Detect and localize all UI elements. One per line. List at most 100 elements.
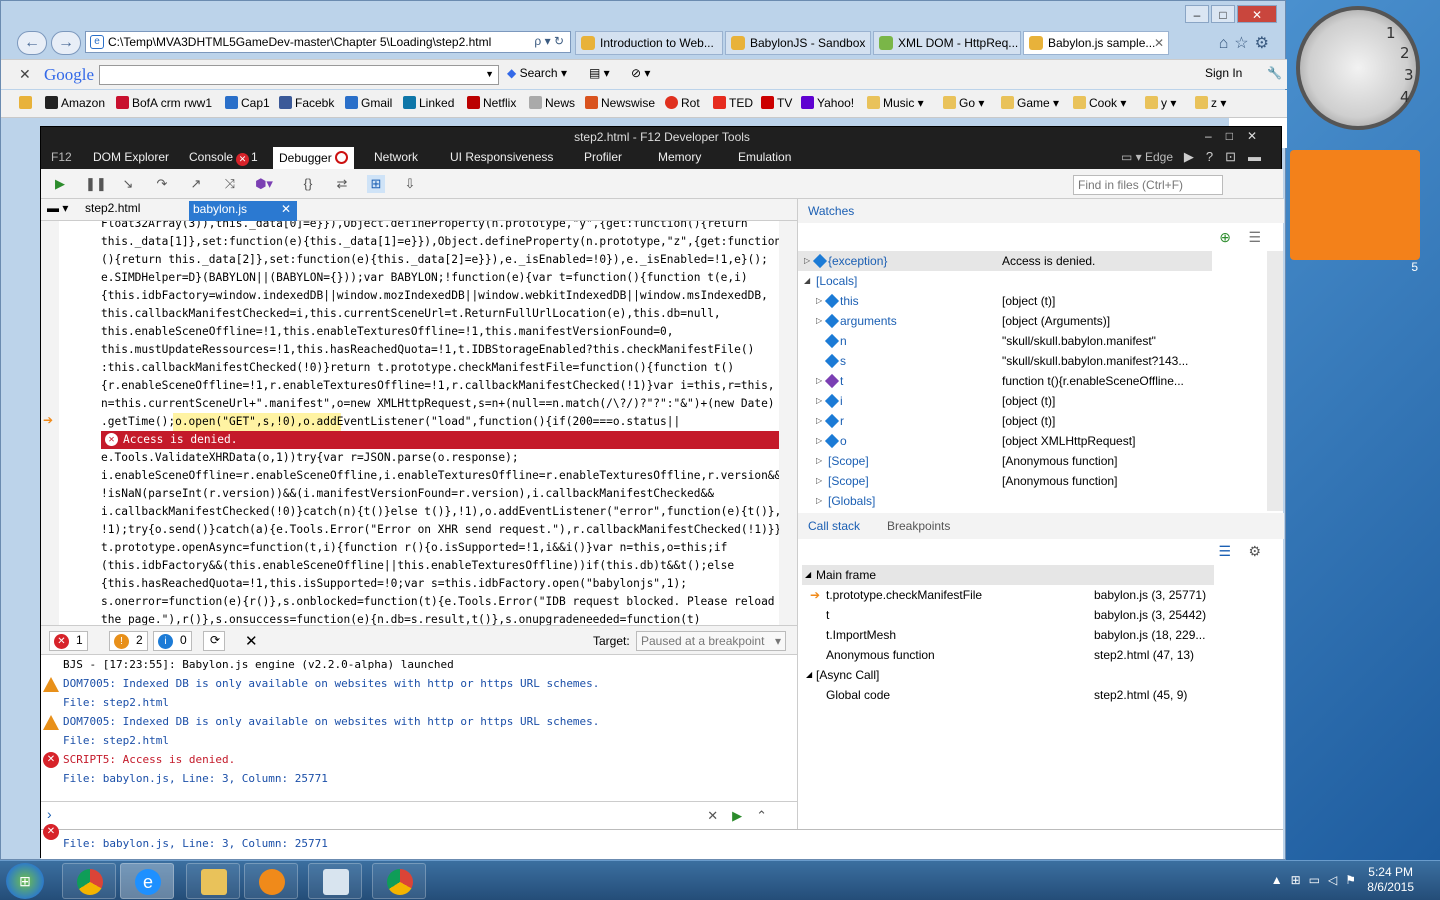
callstack-frame[interactable]: Anonymous function step2.html (47, 13) — [798, 645, 1212, 665]
add-watch-icon[interactable]: ⊕ — [1219, 229, 1231, 246]
devtools-right-icons[interactable]: ▶?⊡▬ — [1184, 149, 1273, 165]
source-maps-icon[interactable]: ⇩ — [401, 175, 419, 193]
watch-row-scope[interactable]: ▷ [Scope] [Anonymous function] — [798, 471, 1212, 491]
address-bar[interactable]: e C:\Temp\MVA3DHTML5GameDev-master\Chapt… — [85, 31, 571, 53]
tab-f12[interactable]: F12 — [51, 150, 72, 164]
taskbar-chrome[interactable] — [62, 863, 116, 899]
console-input[interactable]: › ✕▶⌃ — [41, 801, 797, 829]
fav-folder-game[interactable]: Game ▾ — [1001, 96, 1059, 110]
fav-gmail[interactable]: Gmail — [345, 96, 392, 110]
console-input-controls[interactable]: ✕▶⌃ — [707, 808, 781, 824]
clear-on-navigate-button[interactable]: ⟳ — [203, 631, 226, 651]
toolbar-extra-icon[interactable]: ⊘ ▾ — [631, 66, 650, 80]
watch-row-scope[interactable]: ▷ [Scope] [Anonymous function] — [798, 451, 1212, 471]
break-on-new-worker-icon[interactable]: ⤨ — [221, 175, 239, 193]
tab-babylon-sandbox[interactable]: BabylonJS - Sandbox — [725, 31, 871, 55]
taskbar-media-player[interactable] — [244, 863, 298, 899]
tab-profiler[interactable]: Profiler — [584, 150, 622, 164]
async-call-header[interactable]: ◢ [Async Call] — [798, 665, 1212, 685]
fav-folder-y[interactable]: y ▾ — [1145, 96, 1176, 110]
start-button[interactable]: ⊞ — [6, 863, 44, 899]
target-select[interactable]: Paused at a breakpoint ▾ — [636, 631, 786, 651]
forward-button[interactable]: → — [51, 31, 81, 55]
exception-behavior-icon[interactable]: ⬢▾ — [255, 175, 273, 193]
address-controls[interactable]: ρ ▾ ↻ — [534, 34, 564, 48]
console-file-link[interactable]: File: step2.html — [63, 731, 169, 750]
fav-news[interactable]: News — [529, 96, 575, 110]
delete-all-watches-icon[interactable]: ☰ — [1248, 229, 1261, 246]
break-icon[interactable]: ❚❚ — [85, 175, 107, 193]
errors-filter-button[interactable]: ✕ 1 — [49, 631, 88, 651]
tab-xml-dom[interactable]: XML DOM - HttpReq... — [873, 31, 1021, 55]
step-over-icon[interactable]: ↷ — [153, 175, 171, 193]
fav-folder-cook[interactable]: Cook ▾ — [1073, 96, 1126, 110]
code-editor[interactable]: Float32Array(3)),this._data[0]=e}}),Obje… — [41, 221, 797, 625]
warnings-filter-button[interactable]: ! 2 — [109, 631, 148, 651]
taskbar-clock[interactable]: 5:24 PM 8/6/2015 — [1367, 865, 1414, 895]
maximize-button[interactable]: □ — [1211, 5, 1235, 23]
browser-toolbar-icons[interactable]: ⌂☆⚙ — [1219, 33, 1275, 53]
watches-scrollbar[interactable] — [1267, 251, 1283, 511]
console-file-link[interactable]: File: babylon.js, Line: 3, Column: 25771 — [63, 769, 328, 788]
tab-console[interactable]: Console ✕ 1 — [189, 150, 258, 166]
watch-row-locals[interactable]: ◢ [Locals] — [798, 271, 1212, 291]
tab-babylon-sample[interactable]: Babylon.js sample... ✕ — [1023, 31, 1169, 55]
watch-row[interactable]: ▷ t function t(){r.enableSceneOffline... — [798, 371, 1212, 391]
watch-row[interactable]: ▷ o [object XMLHttpRequest] — [798, 431, 1212, 451]
step-out-icon[interactable]: ↗ — [187, 175, 205, 193]
close-toolbar-icon[interactable]: ✕ — [19, 66, 31, 83]
file-tab-step2[interactable]: step2.html — [85, 201, 140, 215]
fav-netflix[interactable]: Netflix — [467, 96, 516, 110]
watch-row[interactable]: ▷ arguments [object (Arguments)] — [798, 311, 1212, 331]
console-file-link[interactable]: File: step2.html — [63, 693, 169, 712]
find-in-files-input[interactable]: Find in files (Ctrl+F) — [1073, 175, 1223, 195]
info-filter-button[interactable]: i0 — [153, 631, 192, 651]
sign-in-link[interactable]: Sign In — [1205, 66, 1242, 80]
fav-folder-go[interactable]: Go ▾ — [943, 96, 984, 110]
google-search-input[interactable]: ▼ — [99, 65, 499, 85]
continue-icon[interactable]: ▶ — [51, 175, 69, 193]
tab-memory[interactable]: Memory — [658, 150, 701, 164]
tab-emulation[interactable]: Emulation — [738, 150, 791, 164]
fav-newswise[interactable]: Newswise — [585, 96, 655, 110]
callstack-frame[interactable]: t babylon.js (3, 25442) — [798, 605, 1212, 625]
fav-amazon[interactable]: Amazon — [45, 96, 105, 110]
watch-row[interactable]: ▷ this [object (t)] — [798, 291, 1212, 311]
callstack-frame[interactable]: Global code step2.html (45, 9) — [798, 685, 1212, 705]
callstack-frame[interactable]: t.ImportMesh babylon.js (18, 229... — [798, 625, 1212, 645]
favorites-star-icon[interactable] — [19, 96, 35, 110]
taskbar-internet-explorer[interactable]: e — [120, 863, 174, 899]
tab-introduction[interactable]: Introduction to Web... — [575, 31, 723, 55]
watch-row-exception[interactable]: ▷ {exception} Access is denied. — [798, 251, 1212, 271]
fav-tv[interactable]: TV — [761, 96, 792, 110]
tab-dom-explorer[interactable]: DOM Explorer — [93, 150, 169, 164]
fav-rot[interactable]: Rot — [665, 96, 700, 110]
close-button[interactable]: ✕ — [1237, 5, 1277, 23]
fav-cap1[interactable]: Cap1 — [225, 96, 270, 110]
watch-row-globals[interactable]: ▷ [Globals] — [798, 491, 1212, 511]
tab-ui-responsiveness[interactable]: UI Responsiveness — [450, 150, 553, 164]
minimize-button[interactable]: – — [1185, 5, 1209, 23]
watch-row[interactable]: n "skull/skull.babylon.manifest" — [798, 331, 1212, 351]
watch-row[interactable]: s "skull/skull.babylon.manifest?143... — [798, 351, 1212, 371]
word-wrap-icon[interactable]: ⇄ — [333, 175, 351, 193]
fav-bofa[interactable]: BofA crm rww1 — [116, 96, 212, 110]
tab-call-stack[interactable]: Call stack — [808, 519, 860, 533]
fav-folder-music[interactable]: Music ▾ — [867, 96, 924, 110]
tab-breakpoints[interactable]: Breakpoints — [887, 519, 950, 533]
callstack-options-icon[interactable]: ⚙ — [1248, 543, 1261, 560]
file-tab-babylon[interactable]: babylon.js ✕ — [189, 201, 297, 221]
watch-row[interactable]: ▷ i [object (t)] — [798, 391, 1212, 411]
fav-facebook[interactable]: Facebk — [279, 96, 334, 110]
system-tray-icons[interactable]: ▲⊞▭◁⚑ — [1271, 873, 1364, 887]
taskbar-chrome-2[interactable] — [372, 863, 426, 899]
tab-debugger[interactable]: Debugger — [273, 147, 354, 169]
fav-ted[interactable]: TED — [713, 96, 753, 110]
clear-console-icon[interactable]: ✕ — [239, 631, 262, 651]
devtools-window-controls[interactable]: –□✕ — [1205, 129, 1271, 143]
fav-linkedin[interactable]: Linked — [403, 96, 454, 110]
chevron-down-icon[interactable]: ▼ — [485, 69, 494, 79]
pretty-print-icon[interactable]: {} — [299, 175, 317, 193]
wrench-icon[interactable]: 🔧 — [1267, 66, 1282, 80]
taskbar-notepad[interactable] — [308, 863, 362, 899]
